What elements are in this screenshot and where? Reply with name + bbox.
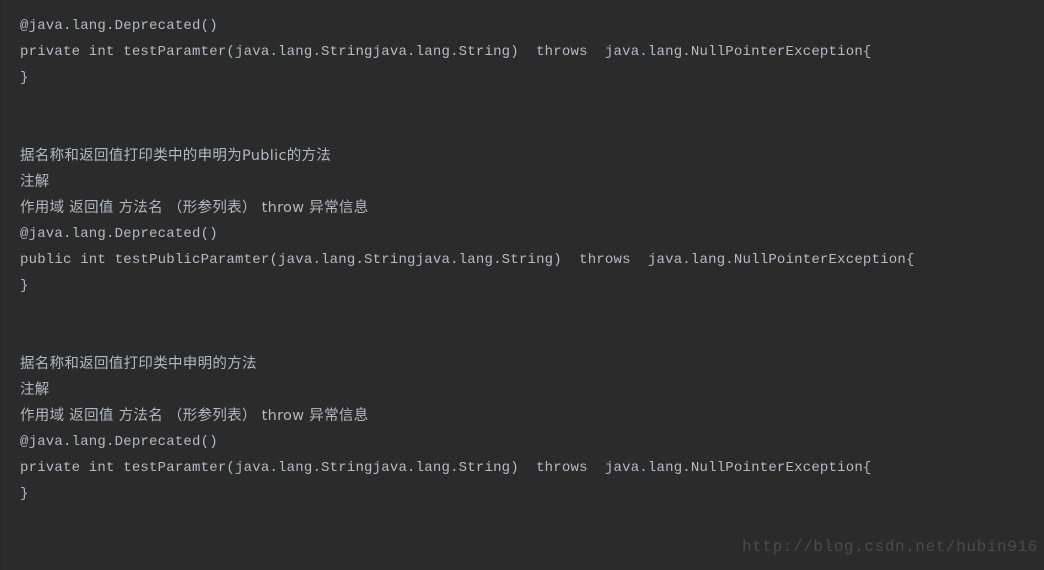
console-line: private int testParamter(java.lang.Strin… bbox=[20, 44, 872, 60]
console-line: } bbox=[20, 278, 29, 294]
console-line: 作用域 返回值 方法名 （形参列表） throw 异常信息 bbox=[20, 408, 369, 424]
console-line-list: @java.lang.Deprecated() private int testP… bbox=[20, 13, 1044, 507]
console-line: 据名称和返回值打印类中申明的方法 bbox=[20, 356, 257, 372]
console-line: } bbox=[20, 70, 29, 86]
watermark-url: http://blog.csdn.net/hubin916 bbox=[742, 538, 1038, 556]
console-line: @java.lang.Deprecated() bbox=[20, 434, 218, 450]
console-line: } bbox=[20, 486, 29, 502]
console-line: private int testParamter(java.lang.Strin… bbox=[20, 460, 872, 476]
console-line: @java.lang.Deprecated() bbox=[20, 18, 218, 34]
console-output-panel[interactable]: @java.lang.Deprecated() private int testP… bbox=[0, 0, 1044, 570]
console-line: public int testPublicParamter(java.lang.… bbox=[20, 252, 915, 268]
console-line: 作用域 返回值 方法名 （形参列表） throw 异常信息 bbox=[20, 200, 369, 216]
console-line: 注解 bbox=[20, 382, 50, 398]
console-line: 据名称和返回值打印类中的申明为Public的方法 bbox=[20, 148, 332, 164]
console-line: @java.lang.Deprecated() bbox=[20, 226, 218, 242]
console-line: 注解 bbox=[20, 174, 50, 190]
